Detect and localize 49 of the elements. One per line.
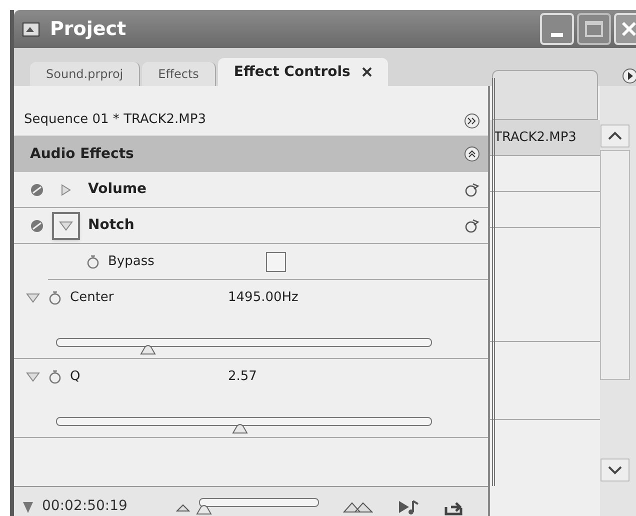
collapse-icon[interactable] (464, 146, 480, 162)
reset-icon[interactable] (464, 182, 480, 198)
sequence-label: Sequence 01 * TRACK2.MP3 (24, 110, 206, 128)
slider-thumb[interactable] (196, 504, 212, 514)
zoom-out-icon[interactable] (175, 502, 192, 512)
stopwatch-icon[interactable] (86, 254, 100, 270)
tab[interactable]: Effects (142, 62, 216, 86)
minimize-button[interactable] (540, 13, 574, 45)
effect-name: Volume (88, 180, 147, 199)
disclosure-triangle-icon[interactable] (59, 220, 73, 232)
tab[interactable]: Effect Controls (218, 58, 388, 86)
scroll-thumb[interactable] (600, 150, 630, 380)
vertical-scrollbar[interactable] (600, 86, 636, 516)
window-title: Project (50, 16, 126, 42)
bypass-checkbox[interactable] (266, 252, 286, 272)
slider-thumb[interactable] (140, 345, 156, 355)
close-tab-icon[interactable] (362, 67, 372, 77)
param-label: Q (70, 368, 82, 386)
effect-name: Notch (88, 216, 134, 235)
zoom-in-icon[interactable] (343, 500, 374, 512)
disclosure-triangle-icon[interactable] (59, 184, 73, 196)
stopwatch-icon[interactable] (48, 290, 62, 306)
param-value[interactable]: 1495.00Hz (228, 288, 298, 308)
stopwatch-icon[interactable] (48, 369, 62, 385)
scroll-up-icon[interactable] (600, 124, 630, 148)
param-value[interactable]: 2.57 (228, 367, 257, 387)
section-title: Audio Effects (30, 144, 134, 164)
disclosure-triangle-icon[interactable] (26, 371, 40, 383)
show-timeline-icon[interactable] (464, 113, 480, 129)
close-button[interactable] (614, 13, 636, 45)
tab[interactable]: Sound.prproj (30, 62, 140, 86)
param-label: Center (70, 289, 115, 308)
scroll-down-icon[interactable] (600, 458, 630, 482)
effect-toggle-icon[interactable] (30, 218, 44, 232)
disclosure-toggle[interactable] (52, 212, 80, 240)
maximize-button[interactable] (577, 13, 611, 45)
marker-icon (22, 500, 34, 514)
slider-thumb[interactable] (232, 424, 248, 434)
maximize-icon (585, 21, 603, 37)
minimize-icon (551, 33, 563, 37)
param-label: Bypass (108, 252, 156, 271)
effect-toggle-icon[interactable] (30, 182, 44, 196)
timecode[interactable]: 00:02:50:19 (42, 496, 128, 516)
playhead-line[interactable] (492, 78, 495, 486)
close-icon (621, 21, 636, 37)
panel-menu-icon[interactable] (622, 68, 636, 84)
reset-icon[interactable] (464, 218, 480, 234)
play-audio-icon[interactable] (397, 498, 422, 516)
disclosure-triangle-icon[interactable] (26, 292, 40, 304)
